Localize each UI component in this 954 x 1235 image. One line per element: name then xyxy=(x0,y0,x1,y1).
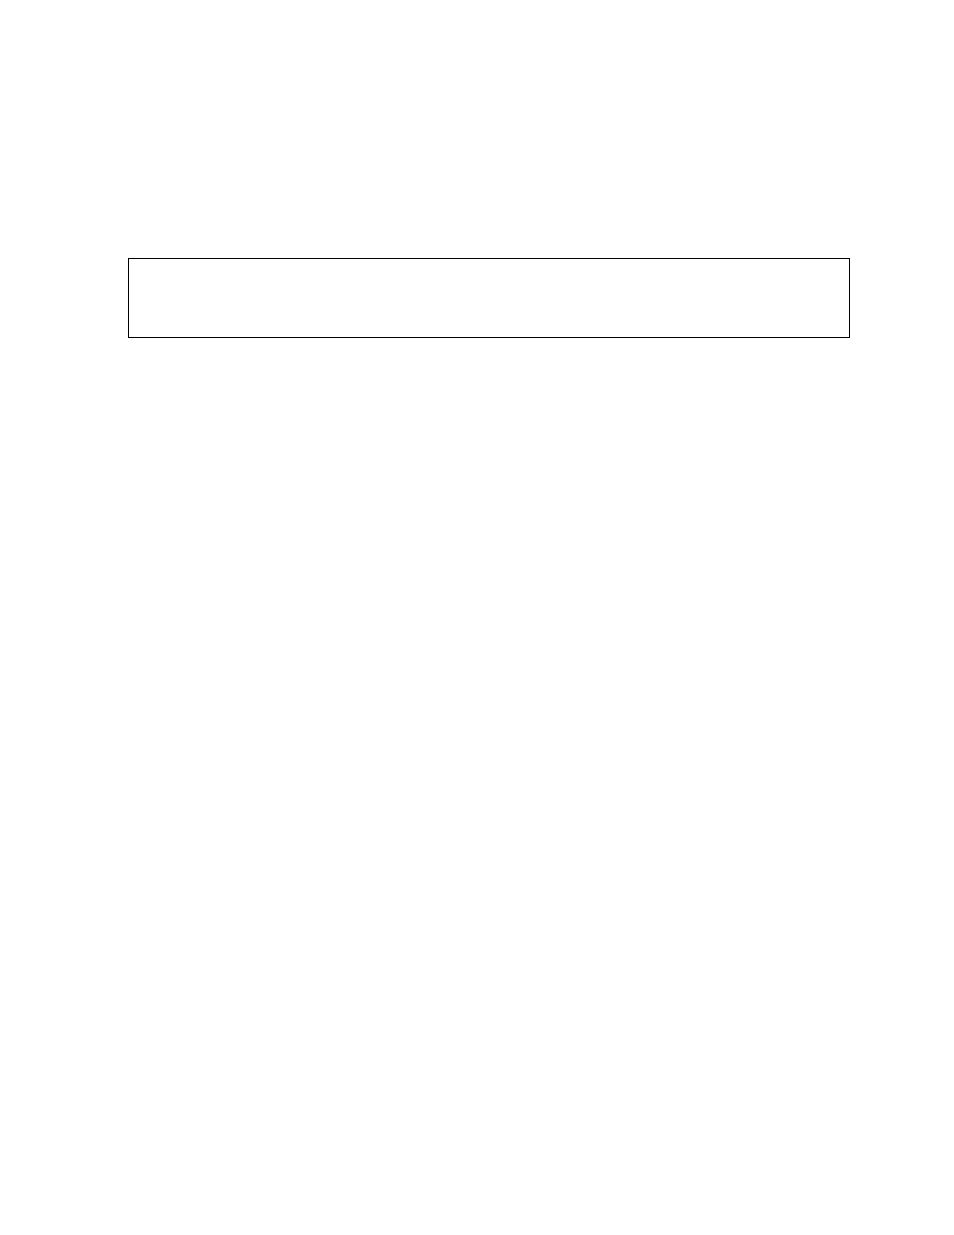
empty-box xyxy=(128,258,850,338)
